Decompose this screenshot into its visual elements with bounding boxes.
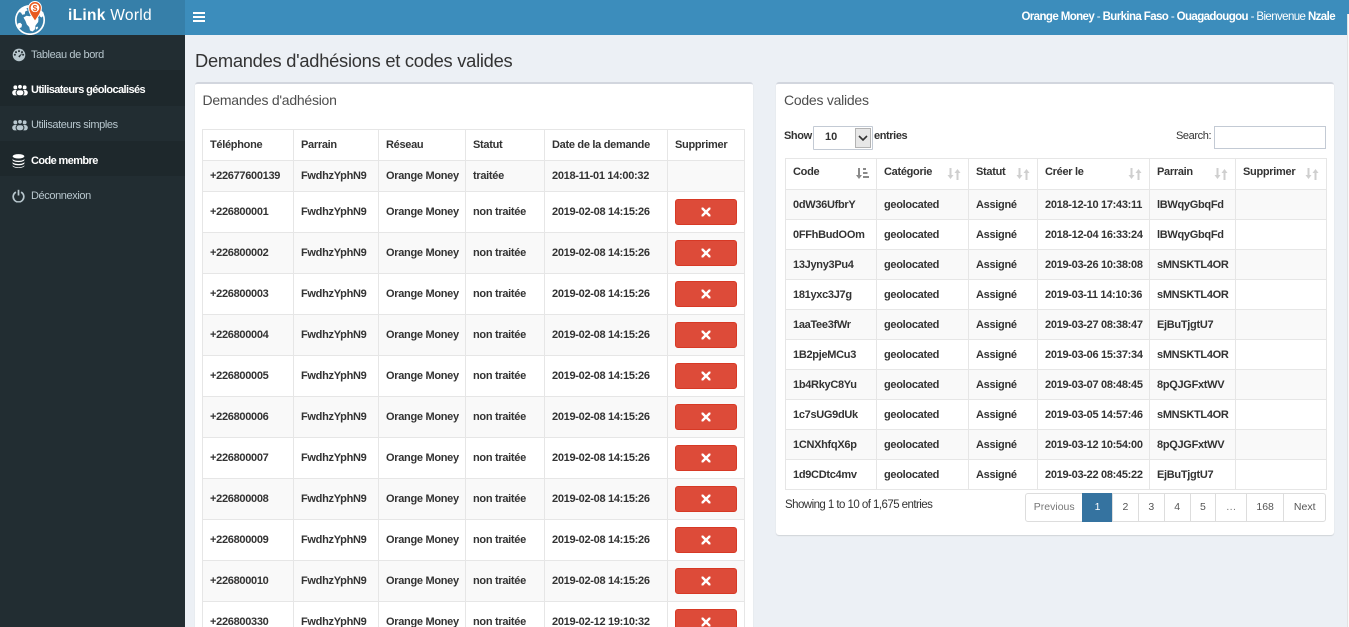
svg-text:$: $ <box>33 3 38 13</box>
